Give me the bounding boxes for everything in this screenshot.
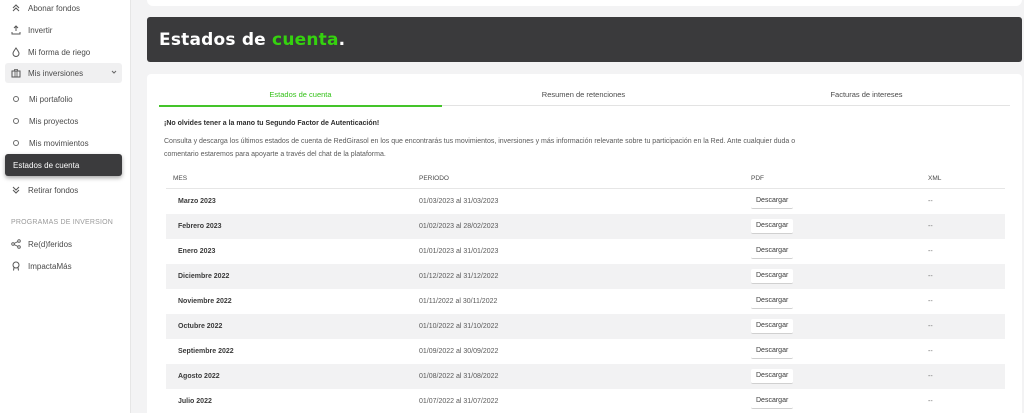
cell-xml: --: [928, 398, 933, 405]
download-pdf-button[interactable]: Descargar: [751, 244, 794, 259]
column-header-xml: XML: [928, 175, 942, 182]
page-title: Estados de cuenta.: [159, 30, 346, 50]
sidebar: Abonar fondos Invertir Mi forma de riego…: [0, 0, 131, 413]
cell-mes: Octubre 2022: [178, 323, 223, 330]
table-row: Octubre 2022 01/10/2022 al 31/10/2022 Desc…: [166, 314, 1005, 339]
sidebar-subitem-estados-de-cuenta[interactable]: Estados de cuenta: [5, 154, 122, 176]
double-chevron-up-icon: [9, 3, 23, 13]
sidebar-item-label: Mi forma de riego: [28, 47, 91, 57]
cell-mes: Septiembre 2022: [178, 348, 234, 355]
table-row: Enero 2023 01/01/2023 al 31/01/2023 Descar…: [166, 239, 1005, 264]
cell-mes: Julio 2022: [178, 398, 212, 405]
statements-table: MES PERIODO PDF XML Marzo 2023 01/03/2023…: [166, 169, 1005, 413]
cell-periodo: 01/03/2023 al 31/03/2023: [419, 198, 499, 205]
table-body: Marzo 2023 01/03/2023 al 31/03/2023 Descar…: [166, 189, 1005, 413]
cell-mes: Marzo 2023: [178, 198, 216, 205]
download-pdf-button[interactable]: Descargar: [751, 194, 794, 209]
statements-card: Estados de cuenta Resumen de retenciones…: [147, 74, 1022, 413]
circle-icon: [13, 96, 19, 102]
sidebar-item-label: Mis inversiones: [28, 68, 84, 78]
chevron-down-icon: [111, 70, 117, 74]
sidebar-item-label: Invertir: [28, 25, 53, 35]
tab-estados-de-cuenta[interactable]: Estados de cuenta: [159, 90, 442, 99]
table-row: Septiembre 2022 01/09/2022 al 30/09/2022 D…: [166, 339, 1005, 364]
share-icon: [9, 239, 23, 249]
cell-xml: --: [928, 248, 933, 255]
tab-facturas-de-intereses[interactable]: Facturas de intereses: [725, 90, 1008, 99]
sidebar-item-retirar-fondos[interactable]: Retirar fondos: [9, 182, 78, 198]
download-pdf-button[interactable]: Descargar: [751, 394, 794, 409]
cell-periodo: 01/02/2023 al 28/02/2023: [419, 223, 499, 230]
cell-mes: Agosto 2022: [178, 373, 220, 380]
table-row: Agosto 2022 01/08/2022 al 31/08/2022 Desca…: [166, 364, 1005, 389]
sidebar-item-label: Mis proyectos: [29, 116, 79, 126]
page-banner: Estados de cuenta.: [147, 17, 1022, 62]
invest-icon: [9, 25, 23, 35]
cell-mes: Noviembre 2022: [178, 298, 232, 305]
sidebar-item-label: Abonar fondos: [28, 3, 81, 13]
tab-bar: Estados de cuenta Resumen de retenciones…: [159, 86, 1010, 107]
cell-periodo: 01/11/2022 al 30/11/2022: [419, 298, 498, 305]
tab-resumen-de-retenciones[interactable]: Resumen de retenciones: [442, 90, 725, 99]
double-chevron-down-icon: [9, 185, 23, 195]
cell-periodo: 01/01/2023 al 31/01/2023: [419, 248, 499, 255]
sidebar-subitem-mi-portafolio[interactable]: Mi portafolio: [9, 91, 73, 107]
cell-periodo: 01/10/2022 al 31/10/2022: [419, 323, 499, 330]
column-header-periodo: PERIODO: [419, 175, 449, 182]
sidebar-item-label: Re(d)feridos: [28, 239, 73, 249]
column-header-pdf: PDF: [751, 175, 764, 182]
cell-xml: --: [928, 298, 933, 305]
cell-xml: --: [928, 373, 933, 380]
active-tab-indicator: [159, 105, 442, 107]
table-header: MES PERIODO PDF XML: [166, 169, 1005, 189]
table-row: Julio 2022 01/07/2022 al 31/07/2022 Descar…: [166, 389, 1005, 413]
sidebar-item-label: Estados de cuenta: [13, 160, 80, 170]
download-pdf-button[interactable]: Descargar: [751, 219, 794, 234]
sidebar-item-mis-inversiones[interactable]: Mis inversiones: [5, 63, 122, 83]
briefcase-icon: [9, 68, 23, 78]
sidebar-subitem-mis-movimientos[interactable]: Mis movimientos: [9, 135, 89, 151]
section-label-programas: PROGRAMAS DE INVERSION: [11, 219, 114, 226]
cell-xml: --: [928, 348, 933, 355]
sidebar-item-abonar-fondos[interactable]: Abonar fondos: [9, 0, 80, 16]
sidebar-item-label: ImpactaMás: [28, 261, 72, 271]
cell-periodo: 01/12/2022 al 31/12/2022: [419, 273, 499, 280]
download-pdf-button[interactable]: Descargar: [751, 294, 794, 309]
cell-periodo: 01/09/2022 al 30/09/2022: [419, 348, 499, 355]
sidebar-item-invertir[interactable]: Invertir: [9, 22, 52, 38]
circle-icon: [13, 140, 19, 146]
sidebar-item-label: Mi portafolio: [29, 94, 73, 104]
cell-xml: --: [928, 323, 933, 330]
cell-xml: --: [928, 273, 933, 280]
table-row: Febrero 2023 01/02/2023 al 28/02/2023 Desc…: [166, 214, 1005, 239]
badge-icon: [9, 261, 23, 271]
download-pdf-button[interactable]: Descargar: [751, 344, 794, 359]
cell-mes: Diciembre 2022: [178, 273, 230, 280]
download-pdf-button[interactable]: Descargar: [751, 369, 794, 384]
sidebar-item-impactamas[interactable]: ImpactaMás: [9, 258, 72, 274]
2fa-notice: ¡No olvides tener a la mano tu Segundo F…: [164, 120, 380, 127]
table-row: Diciembre 2022 01/12/2022 al 31/12/2022 De…: [166, 264, 1005, 289]
circle-icon: [13, 118, 19, 124]
sidebar-subitem-mis-proyectos[interactable]: Mis proyectos: [9, 113, 78, 129]
table-row: Marzo 2023 01/03/2023 al 31/03/2023 Descar…: [166, 189, 1005, 214]
sidebar-item-referidos[interactable]: Re(d)feridos: [9, 236, 72, 252]
sidebar-item-label: Retirar fondos: [28, 185, 79, 195]
drop-icon: [9, 47, 23, 57]
cell-mes: Enero 2023: [178, 248, 216, 255]
cell-mes: Febrero 2023: [178, 223, 222, 230]
statements-description: Consulta y descarga los últimos estados …: [164, 138, 796, 158]
cell-xml: --: [928, 223, 933, 230]
sidebar-item-label: Mis movimientos: [29, 138, 89, 148]
cell-periodo: 01/07/2022 al 31/07/2022: [419, 398, 499, 405]
download-pdf-button[interactable]: Descargar: [751, 269, 794, 284]
cell-periodo: 01/08/2022 al 31/08/2022: [419, 373, 499, 380]
top-panel-edge: [147, 0, 1022, 6]
cell-xml: --: [928, 198, 933, 205]
table-row: Noviembre 2022 01/11/2022 al 30/11/2022 De…: [166, 289, 1005, 314]
sidebar-item-mi-forma-de-riego[interactable]: Mi forma de riego: [9, 44, 90, 60]
download-pdf-button[interactable]: Descargar: [751, 319, 794, 334]
column-header-mes: MES: [173, 175, 188, 182]
